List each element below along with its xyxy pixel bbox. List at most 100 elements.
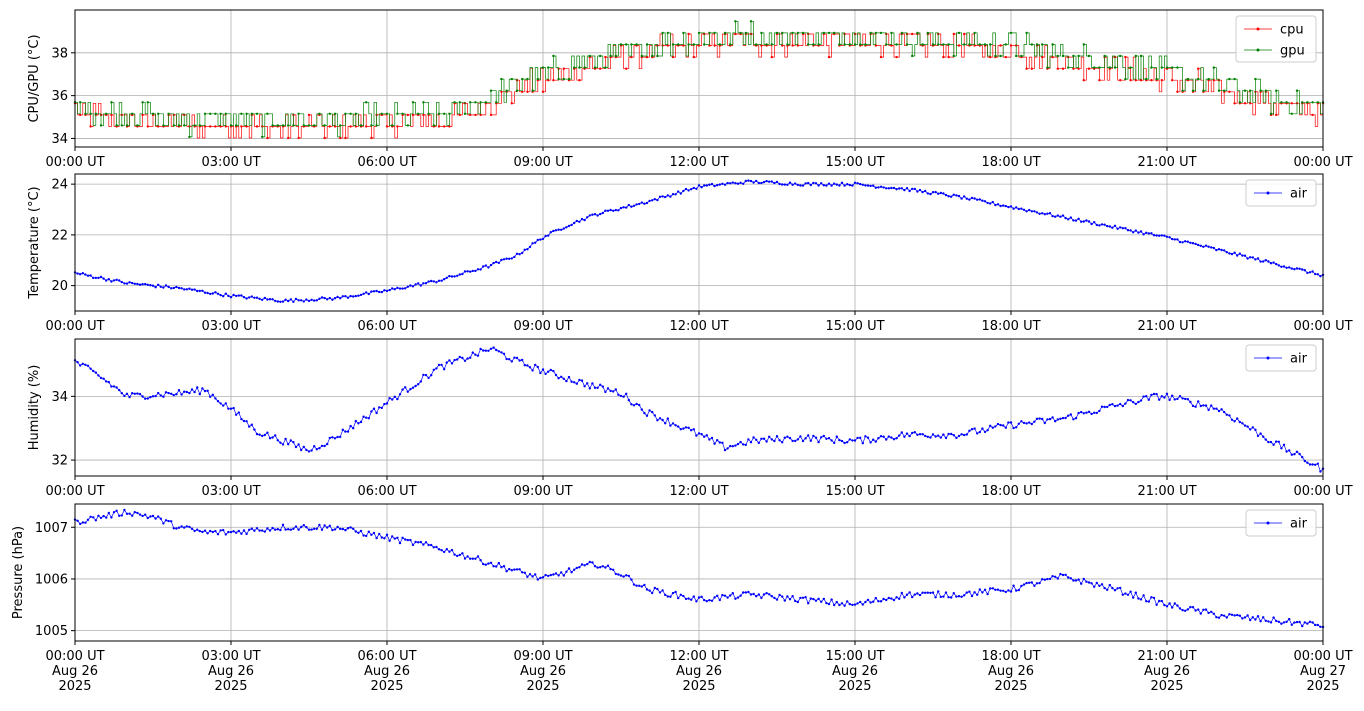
data-point [1282, 621, 1286, 624]
data-point [536, 238, 539, 242]
data-point [510, 257, 513, 260]
legend-marker [1256, 48, 1260, 52]
data-point [318, 447, 321, 450]
data-point [921, 43, 924, 46]
data-point [830, 439, 833, 442]
data-point [690, 429, 693, 432]
data-point [950, 432, 953, 436]
data-point [112, 511, 116, 514]
data-point [497, 350, 500, 353]
data-point [1306, 461, 1309, 464]
data-point [326, 442, 329, 446]
data-point [1002, 589, 1005, 592]
data-point [861, 442, 864, 445]
data-point [487, 562, 490, 565]
data-point [609, 54, 612, 58]
data-point [679, 192, 682, 195]
x-tick-label: 15:00 UT [825, 319, 884, 334]
data-point [640, 408, 643, 411]
data-point [835, 183, 838, 186]
data-point [1298, 267, 1301, 270]
data-point [146, 125, 149, 128]
data-point [1041, 417, 1044, 421]
data-point [890, 186, 893, 190]
data-point [162, 124, 165, 127]
data-point [424, 541, 428, 544]
data-point [518, 359, 521, 362]
data-point [344, 112, 347, 116]
data-point [552, 79, 555, 82]
data-point [999, 54, 1002, 58]
data-point [510, 360, 513, 363]
data-point [892, 598, 896, 602]
data-point [747, 179, 750, 182]
data-point [1095, 223, 1099, 227]
data-point [1069, 413, 1073, 416]
data-point [437, 363, 441, 367]
data-point [1178, 395, 1182, 398]
data-point [227, 530, 230, 534]
data-point [999, 423, 1002, 427]
data-point [440, 363, 443, 367]
data-point [391, 287, 394, 290]
data-point [105, 279, 108, 282]
data-point [869, 31, 872, 35]
data-point [1043, 578, 1047, 581]
data-point [222, 528, 225, 532]
data-point [1119, 226, 1122, 229]
data-point [1129, 79, 1132, 82]
data-point [775, 598, 779, 601]
data-point [255, 125, 259, 128]
data-point [781, 441, 784, 444]
data-point [864, 184, 867, 187]
data-point [593, 386, 597, 389]
data-point [1178, 607, 1182, 610]
data-point [827, 602, 831, 606]
data-point [1004, 43, 1007, 46]
data-point [357, 531, 360, 534]
data-point [957, 434, 961, 438]
data-point [807, 602, 810, 605]
data-point [482, 349, 485, 352]
data-point [1228, 613, 1231, 616]
data-point [757, 181, 760, 185]
data-point [1163, 603, 1166, 607]
x-tick-label: 12:00 UT [669, 484, 728, 499]
data-point [437, 279, 441, 282]
data-point [859, 182, 862, 186]
data-point [760, 181, 763, 185]
data-point [612, 209, 615, 212]
data-point [929, 436, 932, 439]
data-point [1314, 272, 1317, 276]
data-point [385, 125, 389, 128]
data-point [677, 425, 680, 428]
data-point [375, 536, 378, 540]
data-point [235, 294, 238, 298]
data-point [859, 436, 862, 439]
data-point [318, 523, 321, 527]
data-point [320, 296, 324, 299]
data-point [1074, 219, 1078, 222]
data-point [744, 179, 747, 183]
data-point [908, 189, 911, 193]
data-point [557, 574, 560, 577]
data-point [248, 296, 251, 299]
data-point [1220, 248, 1223, 252]
data-point [1056, 67, 1060, 70]
data-point [968, 590, 971, 593]
data-point [1303, 459, 1307, 463]
data-point [726, 447, 729, 450]
data-point [326, 298, 329, 301]
data-point [963, 594, 966, 597]
data-point [788, 598, 792, 601]
data-point [357, 294, 360, 297]
data-point [1199, 244, 1203, 247]
data-point [367, 530, 370, 533]
data-point [710, 436, 714, 440]
data-point [643, 411, 646, 415]
data-point [666, 194, 669, 197]
y-tick-label: 24 [51, 178, 68, 193]
data-point [1064, 416, 1067, 420]
data-point [648, 409, 651, 412]
data-point [89, 112, 92, 116]
